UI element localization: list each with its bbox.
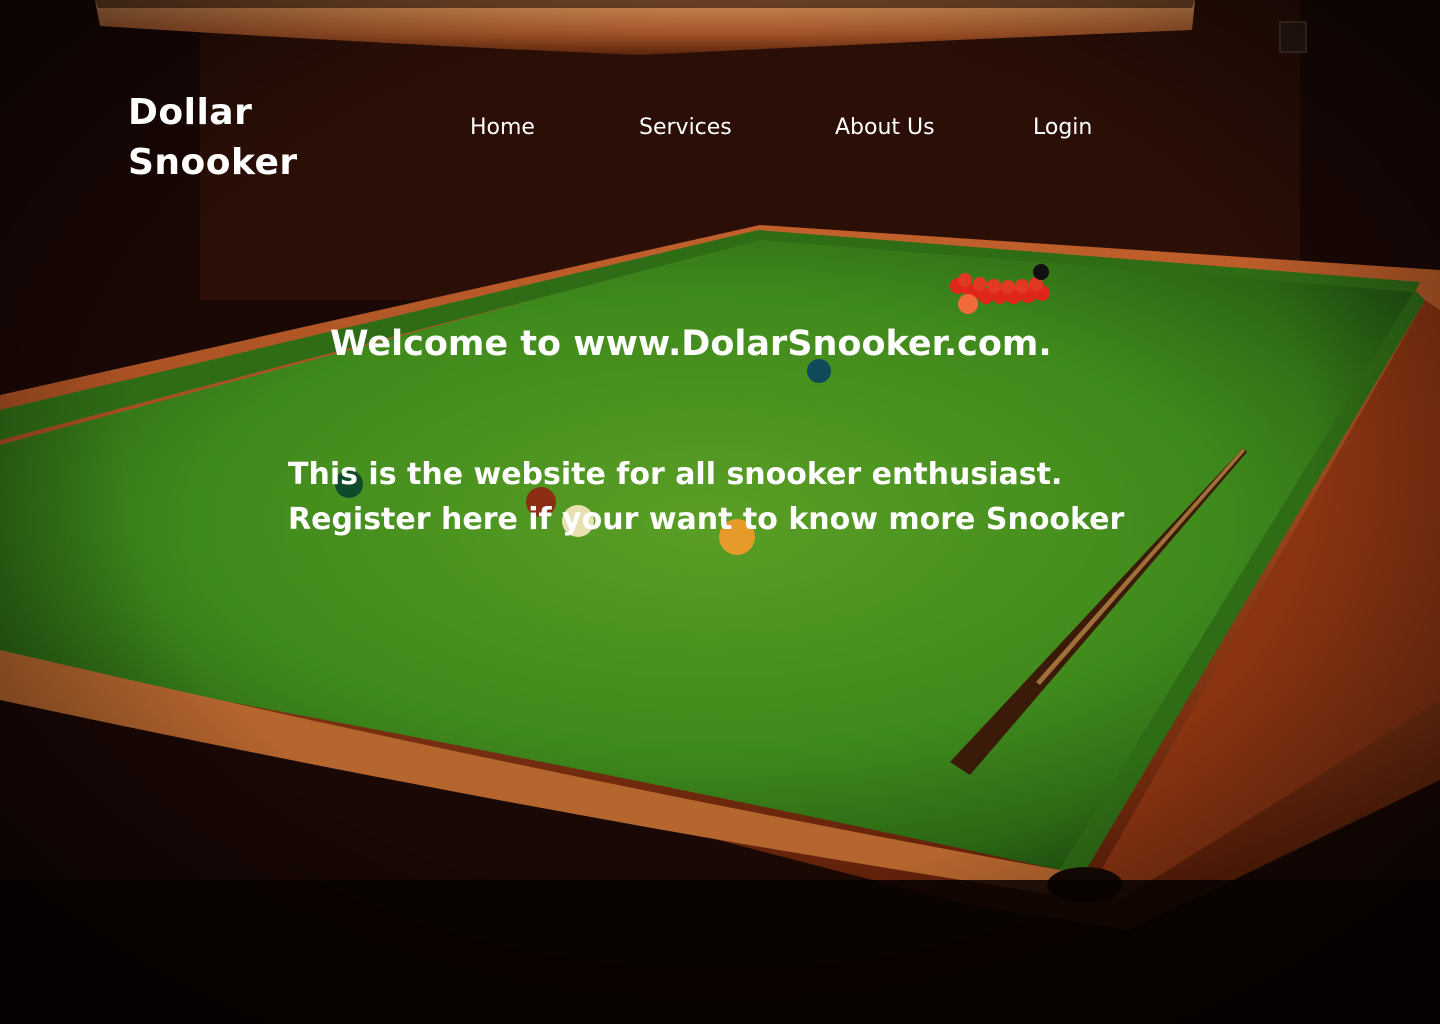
- intro-line-1: This is the website for all snooker enth…: [288, 457, 1063, 492]
- nav-link-about-us[interactable]: About Us: [835, 112, 935, 144]
- nav-link-services[interactable]: Services: [639, 112, 732, 144]
- page: Dollar Snooker Home Services About Us Lo…: [0, 0, 1440, 1024]
- intro-text: This is the website for all snooker enth…: [288, 452, 1124, 542]
- main-nav: Home Services About Us Login: [0, 112, 1440, 144]
- floor-shadow: [0, 880, 1440, 1024]
- nav-link-home[interactable]: Home: [470, 112, 535, 144]
- welcome-heading: Welcome to www.DolarSnooker.com.: [330, 324, 1052, 364]
- intro-line-2: Register here if your want to know more …: [288, 502, 1125, 537]
- nav-link-login[interactable]: Login: [1033, 112, 1092, 144]
